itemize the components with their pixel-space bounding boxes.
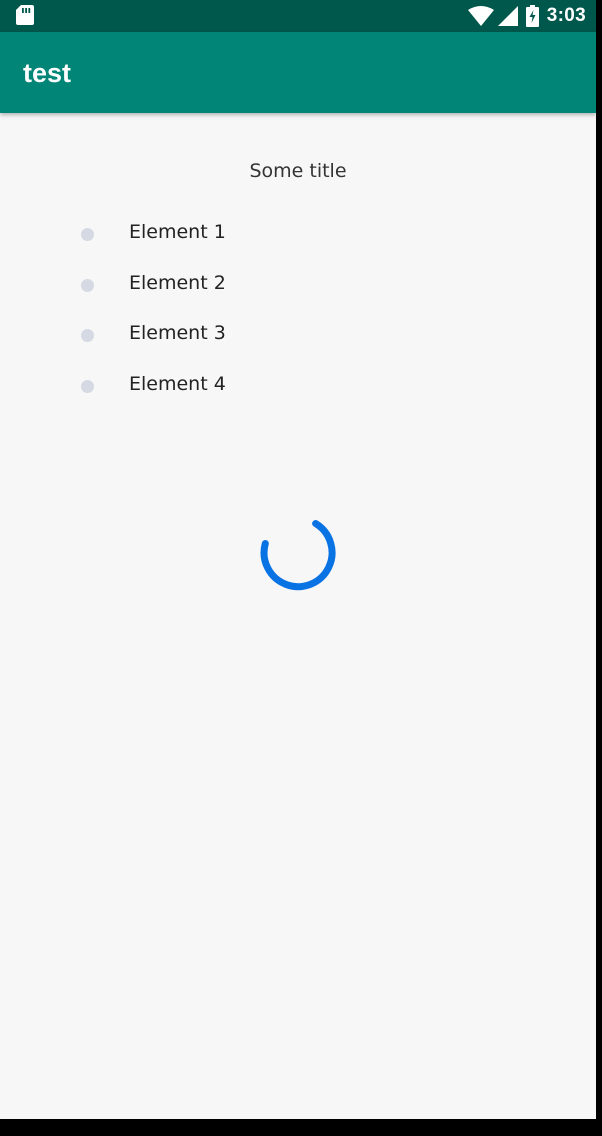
bullet-icon [81,278,94,292]
spinner-arc [260,520,336,591]
list-item-label: Element 4 [129,372,226,395]
list-item-label: Element 2 [129,271,226,294]
list-item: Element 4 [0,370,596,421]
bullet-icon [81,379,94,393]
list-item: Element 1 [0,218,596,269]
list-item-label: Element 3 [129,322,226,344]
app-bar: test [0,32,596,113]
element-list: Element 1 Element 2 Element 3 Element 4 [0,218,596,420]
list-item: Element 3 [0,319,596,370]
status-bar: 3:03 [0,0,596,32]
battery-charging-icon [525,5,539,27]
sd-card-icon [16,5,34,25]
cellular-signal-icon [497,6,518,26]
wifi-icon [467,6,494,26]
bullet-icon [81,329,94,342]
bullet-icon [81,228,94,241]
app-screen: 3:03 test Some title Element 1 Element 2… [0,0,596,1119]
list-item-label: Element 1 [129,221,226,243]
page-title: Some title [249,160,347,182]
loading-spinner-icon [259,515,337,593]
status-icons: 3:03 [467,0,586,32]
app-title: test [23,58,72,88]
list-item: Element 2 [0,269,596,320]
status-clock: 3:03 [546,5,586,26]
